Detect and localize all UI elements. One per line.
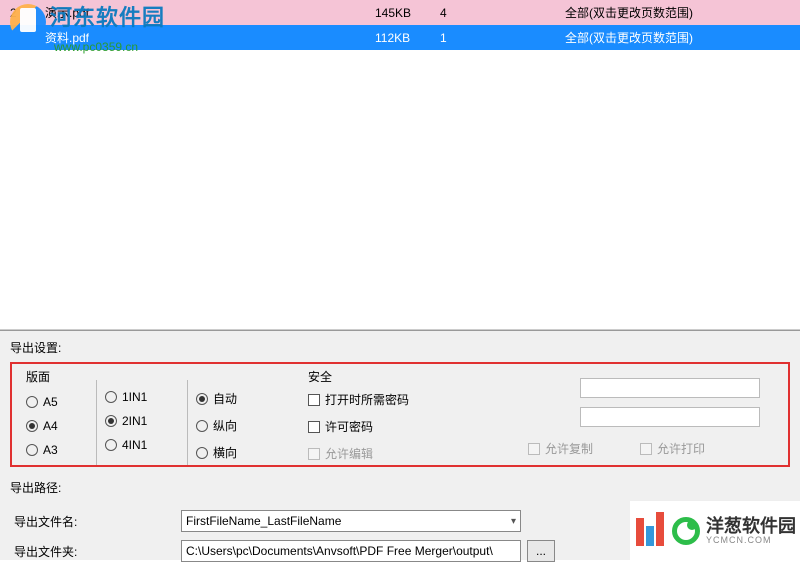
- checkbox-permission-password[interactable]: 许可密码: [308, 418, 450, 435]
- export-folder-label: 导出文件夹:: [10, 543, 85, 560]
- radio-2in1[interactable]: 2IN1: [105, 414, 179, 428]
- cell-pages: 4: [440, 6, 565, 20]
- checkbox-open-password[interactable]: 打开时所需密码: [308, 391, 450, 408]
- browse-button[interactable]: ...: [527, 540, 555, 562]
- radio-portrait[interactable]: 纵向: [196, 417, 280, 434]
- cell-filename: 演示.pdf: [40, 4, 375, 21]
- cell-size: 145KB: [375, 6, 440, 20]
- footer-bars-icon: [636, 512, 666, 549]
- open-password-input[interactable]: [580, 378, 760, 398]
- export-folder-value: C:\Users\pc\Documents\Anvsoft\PDF Free M…: [186, 544, 493, 558]
- cell-range: 全部(双击更改页数范围): [565, 4, 800, 21]
- cell-size: 112KB: [375, 31, 440, 45]
- footer-name: 洋葱软件园: [706, 517, 796, 535]
- radio-a4[interactable]: A4: [26, 419, 88, 433]
- file-table: 2 演示.pdf 145KB 4 全部(双击更改页数范围) 资料.pdf 112…: [0, 0, 800, 330]
- permission-password-input[interactable]: [580, 407, 760, 427]
- radio-a3[interactable]: A3: [26, 443, 88, 457]
- export-settings-title: 导出设置:: [10, 339, 790, 356]
- export-filename-label: 导出文件名:: [10, 513, 85, 530]
- radio-1in1[interactable]: 1IN1: [105, 390, 179, 404]
- chevron-down-icon: ▾: [511, 516, 516, 527]
- cell-index: 2: [0, 6, 40, 20]
- table-row[interactable]: 资料.pdf 112KB 1 全部(双击更改页数范围): [0, 25, 800, 50]
- export-path-label: 导出路径:: [10, 479, 790, 496]
- layout-label: 版面: [26, 368, 88, 385]
- footer-url: YCMCN.COM: [706, 535, 796, 545]
- radio-a5[interactable]: A5: [26, 395, 88, 409]
- export-filename-combo[interactable]: FirstFileName_LastFileName ▾: [181, 510, 521, 532]
- checkbox-allow-copy: 允许复制: [528, 440, 593, 457]
- footer-circle-icon: [672, 517, 700, 545]
- radio-landscape[interactable]: 横向: [196, 444, 280, 461]
- footer-watermark: 洋葱软件园 YCMCN.COM: [630, 500, 800, 560]
- checkbox-allow-edit: 允许编辑: [308, 445, 450, 462]
- cell-pages: 1: [440, 31, 565, 45]
- cell-range: 全部(双击更改页数范围): [565, 29, 800, 46]
- radio-4in1[interactable]: 4IN1: [105, 438, 179, 452]
- table-row[interactable]: 2 演示.pdf 145KB 4 全部(双击更改页数范围): [0, 0, 800, 25]
- checkbox-allow-print: 允许打印: [640, 440, 705, 457]
- export-filename-value: FirstFileName_LastFileName: [186, 514, 341, 528]
- export-folder-input[interactable]: C:\Users\pc\Documents\Anvsoft\PDF Free M…: [181, 540, 521, 562]
- security-label: 安全: [308, 368, 450, 385]
- cell-filename: 资料.pdf: [40, 29, 375, 46]
- radio-auto[interactable]: 自动: [196, 390, 280, 407]
